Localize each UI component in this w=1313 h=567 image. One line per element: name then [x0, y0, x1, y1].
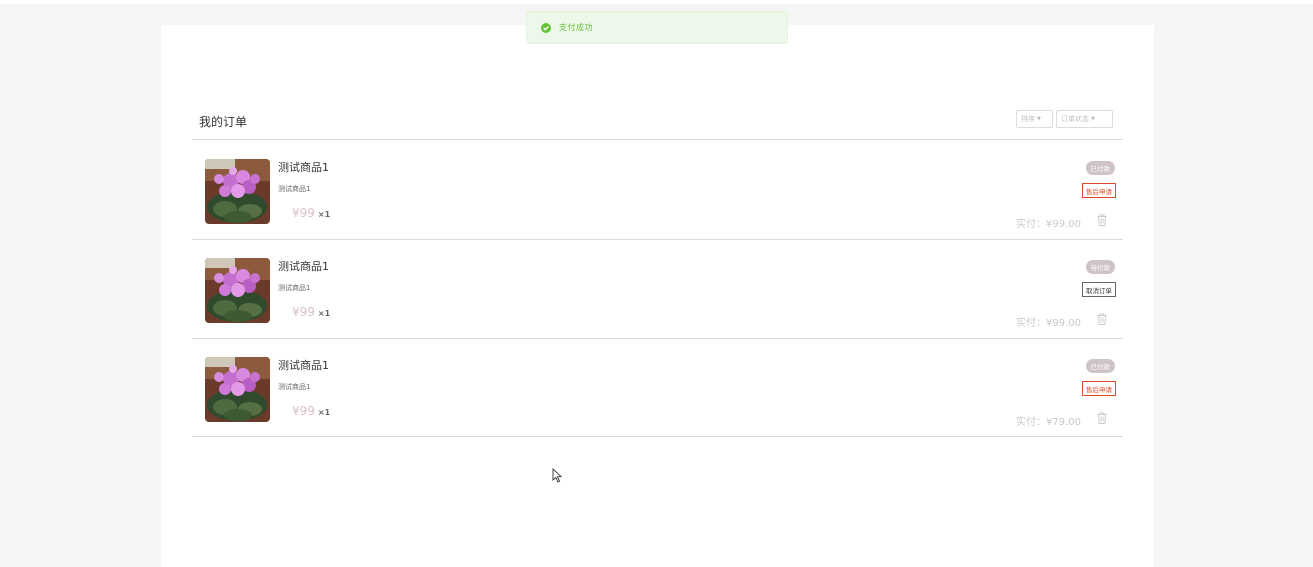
check-circle-icon	[541, 22, 551, 33]
quantity: ×1	[317, 309, 331, 318]
after-sales-button[interactable]: 售后申请	[1082, 381, 1116, 396]
product-thumbnail[interactable]	[205, 357, 270, 422]
sort-dropdown[interactable]: 排序 ▼	[1016, 110, 1053, 128]
product-name[interactable]: 测试商品1	[278, 258, 329, 274]
paid-amount: 实付：¥99.00	[1016, 219, 1081, 230]
sort-dropdown-label: 排序	[1021, 115, 1035, 123]
mouse-cursor-icon	[552, 468, 563, 483]
product-thumbnail[interactable]	[205, 258, 270, 323]
product-price: ¥99 ×1	[292, 305, 330, 319]
page-title: 我的订单	[199, 115, 248, 129]
product-desc: 测试商品1	[278, 284, 311, 292]
caret-down-icon: ▼	[1037, 116, 1041, 122]
status-badge: 待付款	[1085, 260, 1115, 274]
status-badge: 已付款	[1085, 161, 1115, 175]
order-item: 测试商品1 测试商品1 ¥99 ×1 已付款 售后申请 实付：¥79.00	[192, 339, 1123, 437]
success-toast: 支付成功	[526, 11, 788, 44]
price-value: ¥99	[292, 404, 315, 418]
order-item: 测试商品1 测试商品1 ¥99 ×1 待付款 取消订单 实付：¥99.00	[192, 240, 1123, 339]
orders-header: 我的订单 排序 ▼ 订单状态 ▼	[192, 108, 1123, 140]
quantity: ×1	[317, 210, 331, 219]
price-value: ¥99	[292, 305, 315, 319]
status-badge: 已付款	[1085, 359, 1115, 373]
toast-message: 支付成功	[559, 23, 593, 32]
order-item: 测试商品1 测试商品1 ¥99 ×1 已付款 售后申请 实付：¥99.00	[192, 141, 1123, 240]
product-name[interactable]: 测试商品1	[278, 357, 329, 373]
product-thumbnail[interactable]	[205, 159, 270, 224]
product-price: ¥99 ×1	[292, 404, 330, 418]
cancel-order-button[interactable]: 取消订单	[1082, 282, 1116, 297]
trash-icon[interactable]	[1095, 213, 1109, 227]
product-desc: 测试商品1	[278, 383, 311, 391]
trash-icon[interactable]	[1095, 411, 1109, 425]
product-name[interactable]: 测试商品1	[278, 159, 329, 175]
price-value: ¥99	[292, 206, 315, 220]
status-dropdown[interactable]: 订单状态 ▼	[1056, 110, 1113, 128]
quantity: ×1	[317, 408, 331, 417]
product-desc: 测试商品1	[278, 185, 311, 193]
paid-amount: 实付：¥99.00	[1016, 318, 1081, 329]
paid-amount: 实付：¥79.00	[1016, 417, 1081, 428]
status-dropdown-label: 订单状态	[1061, 115, 1089, 123]
after-sales-button[interactable]: 售后申请	[1082, 183, 1116, 198]
trash-icon[interactable]	[1095, 312, 1109, 326]
caret-down-icon: ▼	[1091, 116, 1095, 122]
product-price: ¥99 ×1	[292, 206, 330, 220]
top-strip	[0, 0, 1313, 4]
